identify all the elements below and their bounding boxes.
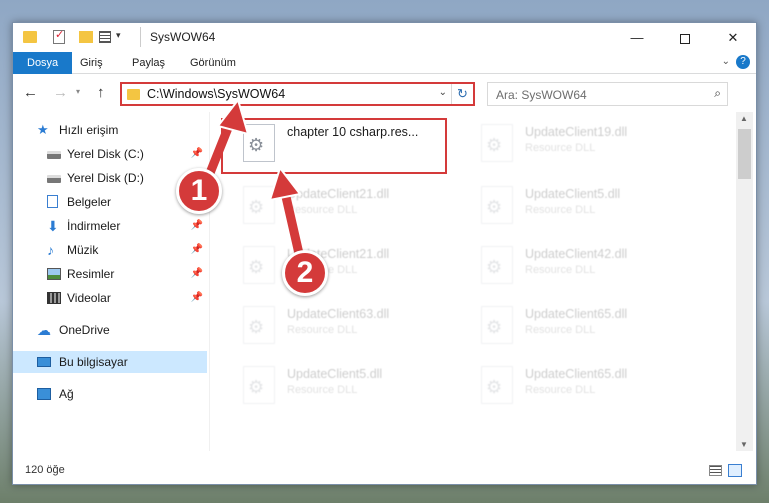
arrow-2-head [268,165,302,202]
step-1-badge: 1 [176,168,222,214]
step-2-badge: 2 [282,250,328,296]
arrow-2-line [279,183,305,263]
arrow-1-head [216,97,250,136]
annotation-arrows [203,97,305,263]
